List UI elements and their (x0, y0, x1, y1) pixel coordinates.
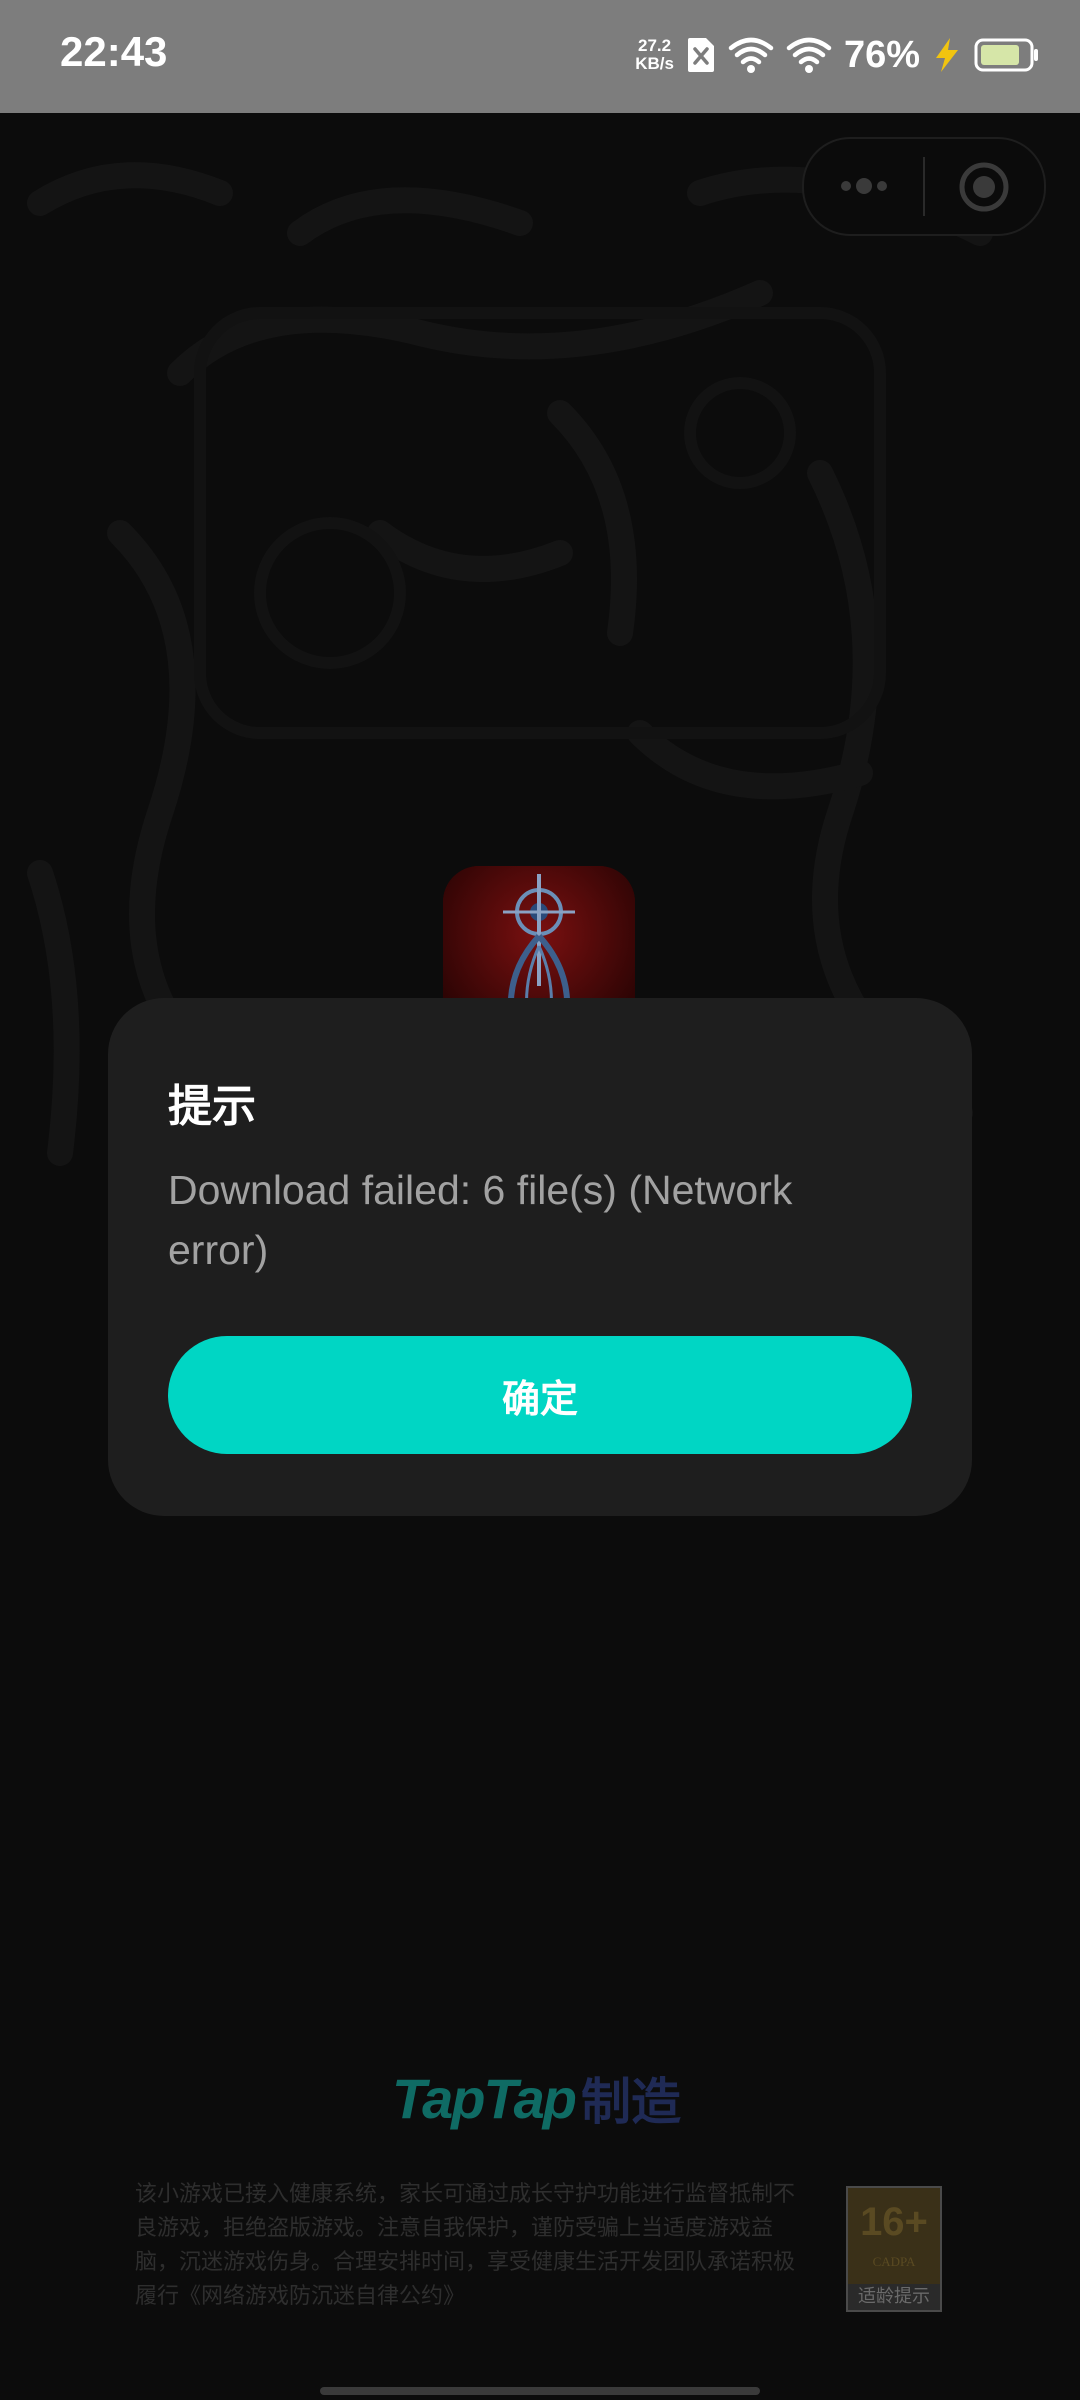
mini-program-capsule (802, 137, 1046, 236)
dialog-title: 提示 (168, 1081, 256, 1132)
sim-disabled-icon (686, 36, 716, 74)
battery-percent: 76% (843, 33, 920, 76)
target-close-icon[interactable] (954, 157, 1014, 217)
wifi-icon (786, 35, 832, 75)
taptap-brand-logo: TapTap 制造 (392, 2063, 681, 2133)
charging-bolt-icon (932, 36, 962, 74)
dialog-message: Download failed: 6 file(s) (Network erro… (168, 1167, 793, 1273)
confirm-button[interactable]: 确定 (168, 1336, 912, 1454)
network-speed-unit: KB/s (635, 54, 674, 73)
age-rating: 16+ (860, 2200, 928, 2244)
status-bar: 22:43 27.2 KB/s 76% (0, 0, 1080, 113)
wifi-arrows-icon (728, 35, 774, 75)
capsule-divider (923, 157, 925, 216)
health-notice: 该小游戏已接入健康系统，家长可通过成长守护功能进行监督抵制不良游戏，拒绝盗版游戏… (135, 2182, 796, 2309)
status-time: 22:43 (60, 28, 168, 75)
home-indicator[interactable] (320, 2387, 760, 2395)
network-speed: 27.2 KB/s (635, 37, 674, 73)
battery-icon (974, 38, 1040, 72)
status-icons: 27.2 KB/s 76% (635, 30, 1040, 80)
age-rating-badge: 16+ CADPA 适龄提示 (846, 2186, 942, 2312)
network-speed-value: 27.2 (638, 36, 672, 55)
alert-dialog: 提示 Download failed: 6 file(s) (Network e… (108, 998, 972, 1516)
more-dots-icon[interactable] (834, 161, 894, 211)
age-rating-org: CADPA (872, 2254, 916, 2269)
age-rating-tip: 适龄提示 (848, 2284, 940, 2310)
taptap-word: TapTap (392, 2066, 577, 2130)
screen: 22:43 27.2 KB/s 76% 提示 Download failed: … (0, 0, 1080, 2400)
taptap-suffix: 制造 (580, 2073, 681, 2131)
